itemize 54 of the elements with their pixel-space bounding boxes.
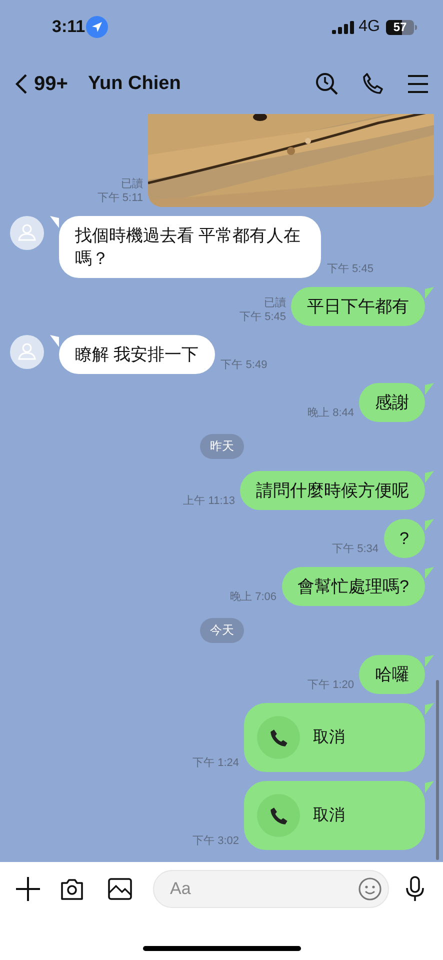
microphone-icon[interactable] bbox=[405, 876, 425, 902]
speech-tail bbox=[425, 519, 434, 531]
network-label: 4G bbox=[358, 17, 380, 37]
date-label: 昨天 bbox=[200, 434, 244, 459]
chat-message: 感謝 bbox=[359, 383, 434, 422]
chat-message: 平日下午都有 bbox=[291, 287, 434, 326]
camera-icon[interactable] bbox=[60, 877, 84, 901]
speech-tail bbox=[50, 216, 59, 228]
message-time: 下午 3:02 bbox=[192, 834, 239, 848]
message-time: 下午 1:20 bbox=[308, 678, 354, 692]
location-icon bbox=[86, 16, 108, 38]
message-time: 下午 5:11 bbox=[97, 191, 143, 205]
read-receipt: 已讀 bbox=[264, 296, 286, 310]
date-label: 今天 bbox=[200, 618, 244, 643]
speech-tail bbox=[425, 471, 434, 483]
chevron-icon bbox=[14, 73, 28, 95]
message-time: 下午 5:49 bbox=[220, 358, 268, 372]
menu-icon[interactable] bbox=[407, 74, 429, 94]
phone-icon bbox=[268, 806, 288, 826]
message-input[interactable]: Aa bbox=[153, 870, 389, 908]
message-time: 下午 5:45 bbox=[327, 262, 374, 276]
chat-message: 找個時機過去看 平常都有人在嗎？ bbox=[50, 216, 321, 278]
chat-message: 會幫忙處理嗎? bbox=[282, 567, 434, 606]
clock-time: 3:11 bbox=[52, 16, 86, 38]
speech-tail bbox=[50, 335, 59, 347]
chat-message: 取消 bbox=[244, 781, 434, 850]
chat-message: 哈囉 bbox=[359, 655, 434, 694]
message-time: 晚上 7:06 bbox=[230, 590, 277, 604]
phone-icon[interactable] bbox=[361, 72, 385, 96]
speech-tail bbox=[425, 655, 434, 667]
chat-message: ? bbox=[384, 519, 434, 558]
battery-icon: 57 bbox=[386, 20, 417, 34]
chat-message: 取消 bbox=[244, 703, 434, 772]
chat-message: 請問什麼時候方便呢 bbox=[240, 471, 434, 510]
search-icon[interactable] bbox=[315, 72, 339, 96]
speech-tail bbox=[425, 781, 434, 793]
speech-tail bbox=[425, 703, 434, 715]
read-receipt: 已讀 bbox=[121, 177, 143, 191]
speech-tail bbox=[425, 567, 434, 579]
speech-tail bbox=[425, 383, 434, 395]
message-time: 晚上 8:44 bbox=[308, 406, 354, 420]
chat-message: 瞭解 我安排一下 bbox=[50, 335, 215, 374]
message-time: 上午 11:13 bbox=[183, 494, 235, 508]
plus-icon[interactable] bbox=[16, 877, 40, 901]
emoji-icon[interactable] bbox=[358, 877, 382, 901]
phone-icon bbox=[268, 728, 288, 748]
chat-title: Yun Chien bbox=[88, 72, 181, 96]
message-time: 下午 1:24 bbox=[192, 756, 239, 770]
message-time: 下午 5:34 bbox=[332, 542, 379, 556]
back-button[interactable]: 99+ bbox=[14, 69, 68, 99]
signal-icon bbox=[332, 20, 354, 34]
image-icon[interactable] bbox=[108, 877, 132, 901]
speech-tail bbox=[425, 287, 434, 299]
message-time: 下午 5:45 bbox=[240, 310, 286, 324]
